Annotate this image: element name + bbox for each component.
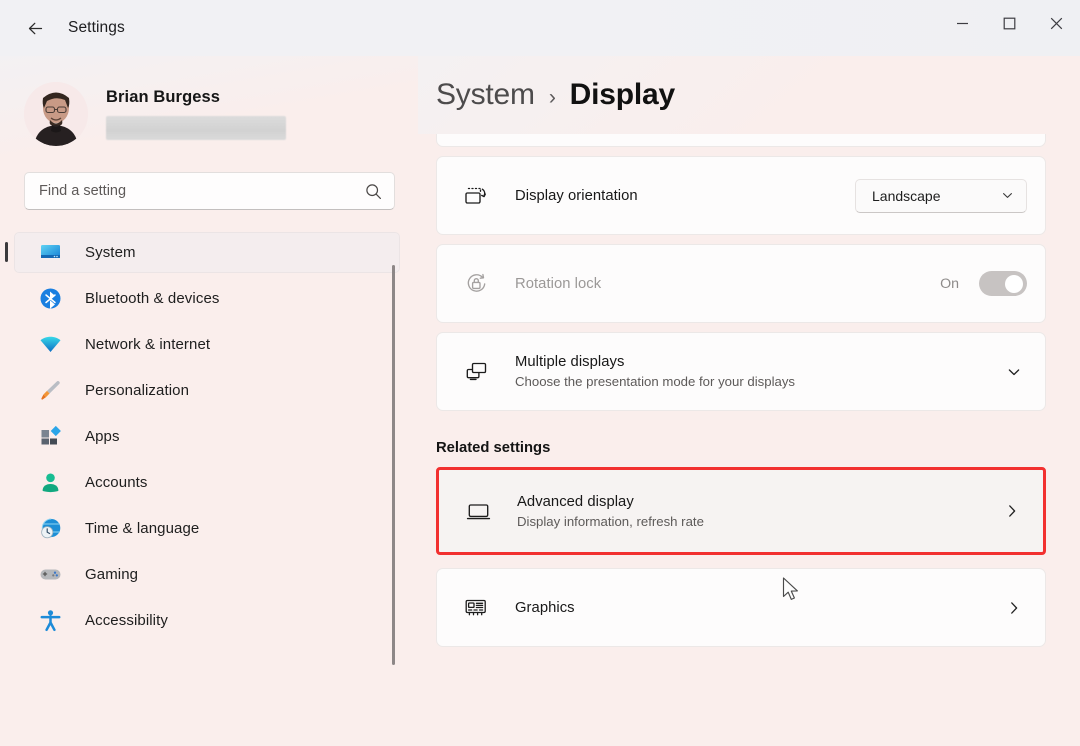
row-rotation-lock: Rotation lock On	[437, 245, 1045, 322]
person-icon	[37, 471, 63, 495]
gamepad-icon	[37, 563, 63, 587]
sidebar-item-system[interactable]: System	[14, 232, 400, 273]
system-monitor-icon	[37, 241, 63, 265]
maximize-icon	[1003, 17, 1016, 30]
main-header: System › Display	[418, 56, 1080, 134]
close-icon	[1050, 17, 1063, 30]
card-multiple-displays: Multiple displays Choose the presentatio…	[436, 332, 1046, 411]
settings-window: Settings	[0, 0, 1080, 746]
breadcrumb-parent[interactable]: System	[436, 78, 535, 112]
row-text: Advanced display Display information, re…	[517, 494, 999, 529]
sidebar-item-accounts[interactable]: Accounts	[14, 462, 400, 503]
search-box[interactable]	[24, 172, 395, 210]
avatar	[24, 82, 88, 146]
chevron-down-icon[interactable]	[1001, 359, 1027, 385]
profile-block[interactable]: Brian Burgess	[24, 78, 418, 150]
row-text: Multiple displays Choose the presentatio…	[515, 354, 1001, 389]
row-advanced-display[interactable]: Advanced display Display information, re…	[439, 470, 1043, 552]
row-display-orientation[interactable]: Display orientation Landscape	[437, 157, 1045, 234]
row-subtitle: Choose the presentation mode for your di…	[515, 374, 1001, 389]
sidebar-item-label: Time & language	[85, 520, 199, 537]
row-title: Rotation lock	[515, 276, 940, 292]
row-title: Multiple displays	[515, 354, 1001, 370]
row-text: Display orientation	[515, 188, 855, 204]
row-title: Advanced display	[517, 494, 999, 510]
sidebar-item-label: Apps	[85, 428, 120, 445]
row-title: Graphics	[515, 600, 1001, 616]
sidebar-item-accessibility[interactable]: Accessibility	[14, 600, 400, 641]
main-content: Display orientation Landscape	[418, 56, 1080, 746]
minimize-icon	[956, 17, 969, 30]
sidebar-item-bluetooth-devices[interactable]: Bluetooth & devices	[14, 278, 400, 319]
sidebar-item-label: Network & internet	[85, 336, 210, 353]
sidebar-item-time-language[interactable]: Time & language	[14, 508, 400, 549]
sidebar-item-gaming[interactable]: Gaming	[14, 554, 400, 595]
sidebar-item-network-internet[interactable]: Network & internet	[14, 324, 400, 365]
title-bar: Settings	[0, 0, 1080, 56]
sidebar-nav: System Bluetooth & devices	[0, 232, 418, 672]
card-rotation-lock: Rotation lock On	[436, 244, 1046, 323]
row-subtitle: Display information, refresh rate	[517, 514, 999, 529]
display-orientation-dropdown[interactable]: Landscape	[855, 179, 1027, 213]
row-multiple-displays[interactable]: Multiple displays Choose the presentatio…	[437, 333, 1045, 410]
accessibility-icon	[37, 609, 63, 633]
sidebar-item-label: Bluetooth & devices	[85, 290, 219, 307]
sidebar-item-label: Gaming	[85, 566, 138, 583]
chevron-right-icon[interactable]	[1001, 595, 1027, 621]
sidebar-item-label: Personalization	[85, 382, 189, 399]
search-input[interactable]	[39, 183, 365, 199]
clock-globe-icon	[37, 517, 63, 541]
paintbrush-icon	[37, 379, 63, 403]
search-icon	[365, 183, 382, 200]
sidebar-item-label: System	[85, 244, 136, 261]
settings-scroll-area: Display orientation Landscape	[418, 125, 1080, 746]
bluetooth-icon	[37, 287, 63, 311]
back-button[interactable]	[14, 11, 56, 45]
apps-blocks-icon	[37, 425, 63, 449]
row-text: Rotation lock	[515, 276, 940, 292]
chevron-right-icon[interactable]	[999, 498, 1025, 524]
wifi-icon	[37, 333, 63, 357]
profile-text: Brian Burgess	[106, 88, 286, 140]
user-avatar-image	[24, 82, 88, 146]
maximize-button[interactable]	[986, 0, 1033, 47]
sidebar: Brian Burgess	[0, 56, 418, 746]
sidebar-item-personalization[interactable]: Personalization	[14, 370, 400, 411]
row-title: Display orientation	[515, 188, 855, 204]
breadcrumb: System › Display	[436, 78, 675, 112]
toggle-state-label: On	[940, 276, 959, 292]
monitor-icon	[461, 498, 495, 525]
window-controls	[939, 0, 1080, 56]
multiple-displays-icon	[459, 358, 493, 385]
breadcrumb-current: Display	[570, 78, 675, 112]
graphics-card-icon	[459, 594, 493, 621]
row-graphics[interactable]: Graphics	[437, 569, 1045, 646]
rotation-lock-toggle[interactable]	[979, 271, 1027, 296]
profile-name: Brian Burgess	[106, 88, 286, 107]
rotation-lock-icon	[459, 270, 493, 297]
sidebar-item-apps[interactable]: Apps	[14, 416, 400, 457]
sidebar-item-label: Accessibility	[85, 612, 168, 629]
sidebar-item-label: Accounts	[85, 474, 148, 491]
toggle-knob	[1005, 275, 1023, 293]
minimize-button[interactable]	[939, 0, 986, 47]
card-advanced-display[interactable]: Advanced display Display information, re…	[436, 467, 1046, 555]
breadcrumb-separator: ›	[549, 86, 556, 110]
profile-email-redacted	[106, 116, 286, 140]
row-text: Graphics	[515, 600, 1001, 616]
back-arrow-icon	[25, 18, 46, 39]
chevron-down-icon	[1001, 189, 1014, 202]
window-title: Settings	[68, 19, 125, 37]
rotation-lock-toggle-wrap: On	[940, 271, 1027, 296]
related-settings-heading: Related settings	[436, 440, 1080, 456]
card-display-orientation: Display orientation Landscape	[436, 156, 1046, 235]
close-button[interactable]	[1033, 0, 1080, 47]
display-rotate-icon	[459, 182, 493, 209]
card-graphics[interactable]: Graphics	[436, 568, 1046, 647]
sidebar-scrollbar[interactable]	[392, 265, 395, 665]
dropdown-value: Landscape	[872, 188, 941, 204]
